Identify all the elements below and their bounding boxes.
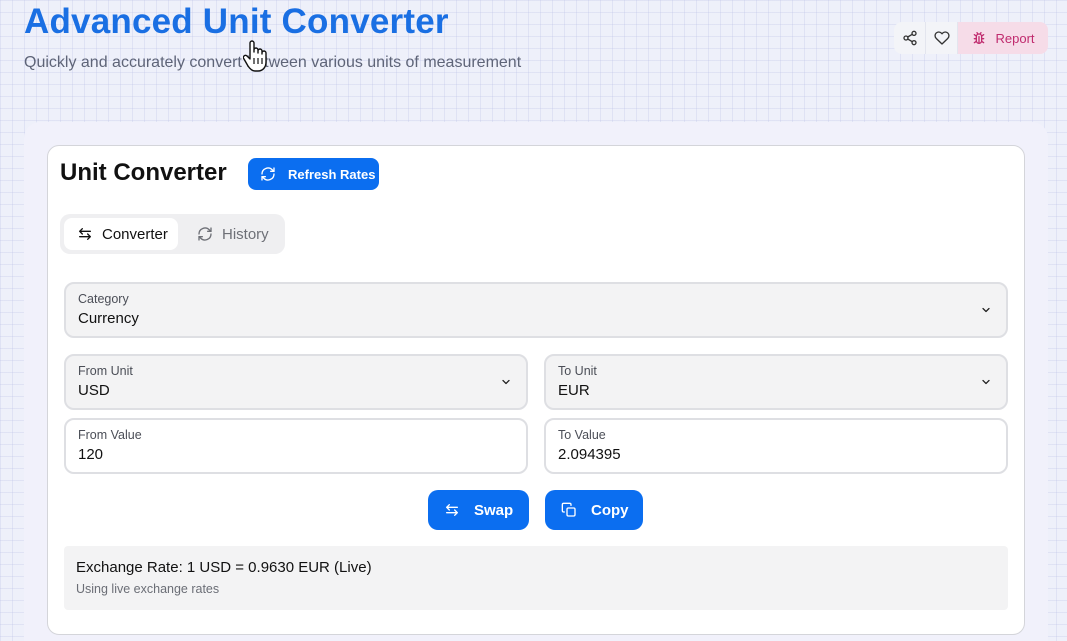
share-button[interactable] bbox=[894, 22, 926, 54]
swap-button[interactable]: Swap bbox=[428, 490, 529, 530]
from-unit-select[interactable]: From Unit USD bbox=[64, 354, 528, 410]
converter-card: Unit Converter Refresh Rates Converter H… bbox=[47, 145, 1025, 635]
to-unit-value: EUR bbox=[558, 382, 590, 399]
category-select[interactable]: Category Currency bbox=[64, 282, 1008, 338]
to-value-text: 2.094395 bbox=[558, 446, 621, 463]
heart-icon bbox=[933, 30, 950, 46]
copy-icon bbox=[561, 502, 577, 518]
tab-converter-label: Converter bbox=[102, 225, 168, 243]
from-value-input[interactable]: From Value 120 bbox=[64, 418, 528, 474]
page-subtitle: Quickly and accurately convert between v… bbox=[24, 54, 522, 71]
copy-label: Copy bbox=[591, 501, 629, 519]
copy-button[interactable]: Copy bbox=[545, 490, 643, 530]
card-title: Unit Converter bbox=[60, 159, 227, 186]
report-button[interactable]: Report bbox=[958, 22, 1048, 54]
swap-arrows-icon bbox=[77, 226, 93, 242]
report-label: Report bbox=[995, 30, 1035, 46]
refresh-rates-label: Refresh Rates bbox=[288, 166, 376, 182]
exchange-rate-panel: Exchange Rate: 1 USD = 0.9630 EUR (Live)… bbox=[64, 546, 1008, 610]
favorite-button[interactable] bbox=[926, 22, 958, 54]
category-label: Category bbox=[78, 292, 129, 306]
from-unit-value: USD bbox=[78, 382, 110, 399]
chevron-down-icon bbox=[500, 376, 512, 388]
to-unit-label: To Unit bbox=[558, 364, 597, 378]
share-icon bbox=[902, 30, 918, 46]
page-title: Advanced Unit Converter bbox=[24, 2, 449, 41]
swap-label: Swap bbox=[474, 501, 514, 519]
refresh-rates-button[interactable]: Refresh Rates bbox=[248, 158, 379, 190]
hand-cursor-icon bbox=[243, 39, 269, 73]
to-value-input[interactable]: To Value 2.094395 bbox=[544, 418, 1008, 474]
refresh-icon bbox=[197, 226, 213, 242]
from-unit-label: From Unit bbox=[78, 364, 133, 378]
tab-history[interactable]: History bbox=[178, 218, 281, 250]
bug-icon bbox=[971, 30, 987, 46]
tab-bar: Converter History bbox=[60, 214, 285, 254]
top-actions: Report bbox=[894, 22, 1048, 54]
from-value-label: From Value bbox=[78, 428, 142, 442]
swap-arrows-icon bbox=[444, 502, 460, 518]
category-value: Currency bbox=[78, 310, 139, 327]
to-value-label: To Value bbox=[558, 428, 606, 442]
tab-converter[interactable]: Converter bbox=[64, 218, 178, 250]
chevron-down-icon bbox=[980, 376, 992, 388]
chevron-down-icon bbox=[980, 304, 992, 316]
exchange-rate-text: Exchange Rate: 1 USD = 0.9630 EUR (Live) bbox=[76, 559, 372, 576]
refresh-icon bbox=[260, 166, 276, 182]
exchange-rate-note: Using live exchange rates bbox=[76, 582, 220, 596]
from-value-text: 120 bbox=[78, 446, 104, 463]
to-unit-select[interactable]: To Unit EUR bbox=[544, 354, 1008, 410]
tab-history-label: History bbox=[222, 225, 269, 243]
